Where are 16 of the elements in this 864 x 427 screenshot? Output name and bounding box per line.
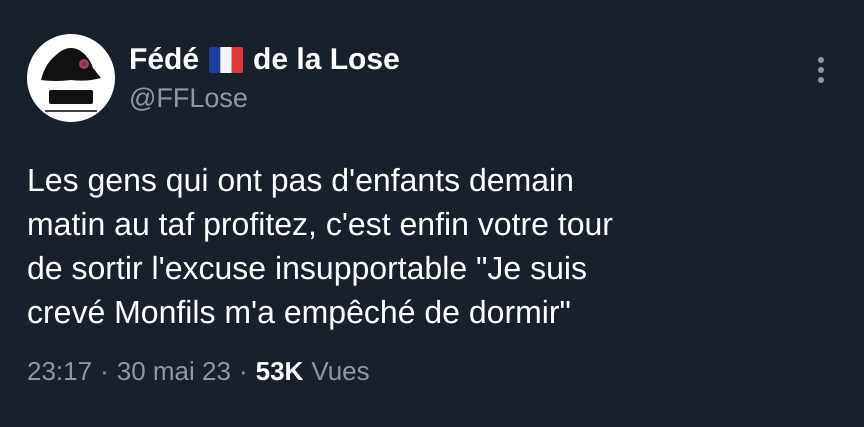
tweet-text-line: de sortir l'excuse insupportable "Je suis [27,249,588,288]
views-label: Vues [311,355,370,388]
flag-icon [209,47,244,73]
tweet-text-line: Les gens qui ont pas d'enfants demain [27,161,575,200]
user-handle[interactable]: @FFLose [129,81,400,115]
tweet-time: 23:17 [27,355,92,388]
separator: · [238,355,248,388]
avatar[interactable] [27,34,115,122]
display-name[interactable]: Fédé [129,41,200,79]
separator: · [100,355,109,388]
tweet-date: 30 mai 23 [116,355,231,388]
view-count: 53K [256,355,304,388]
tweet-text-line: matin au taf profitez, c'est enfin votre tour [27,205,614,244]
tweet-text-line: crevé Monfils m'a empêché de dormir" [27,293,572,332]
more-options-icon[interactable] [817,56,825,84]
display-name[interactable]: de la Lose [253,41,400,79]
